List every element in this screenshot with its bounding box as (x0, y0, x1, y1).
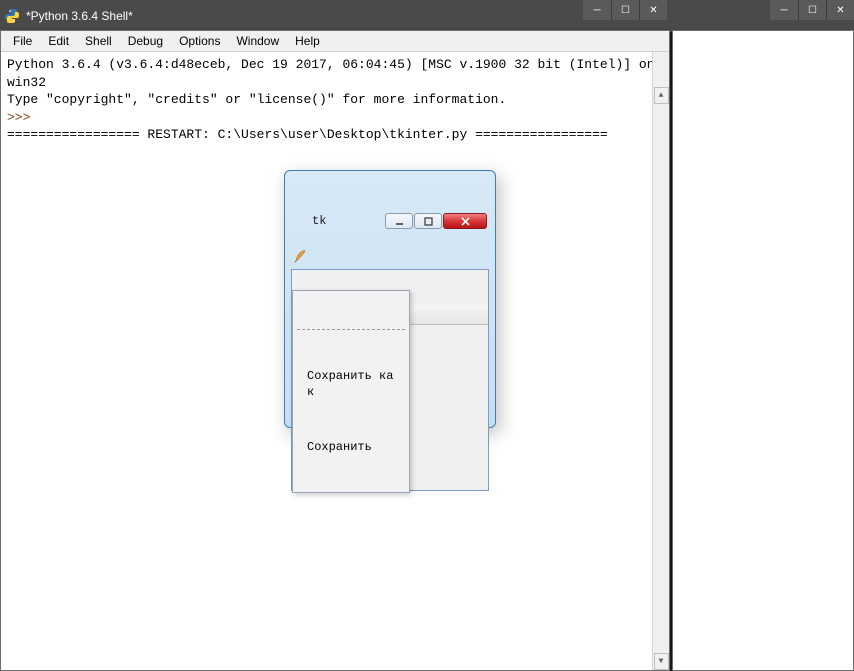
tk-client-area: Файл Создать Сохранить как Сохранить (291, 269, 489, 491)
tk-menu-save[interactable]: Сохранить (295, 436, 407, 458)
taskbar-title-group: *Python 3.6.4 Shell* (0, 8, 133, 24)
shell-prompt: >>> (7, 110, 38, 125)
minimize-button[interactable]: ─ (583, 0, 611, 20)
tk-feather-icon (293, 214, 307, 228)
tk-title: tk (312, 213, 326, 229)
tk-minimize-button[interactable] (385, 213, 413, 229)
menu-debug[interactable]: Debug (120, 32, 171, 50)
menu-shell[interactable]: Shell (77, 32, 120, 50)
maximize-button[interactable]: ☐ (798, 0, 826, 20)
tk-dropdown-menu: Сохранить как Сохранить (292, 290, 410, 493)
close-button[interactable]: ✕ (826, 0, 854, 20)
maximize-button[interactable]: ☐ (611, 0, 639, 20)
tk-title-group: tk (293, 213, 326, 229)
menubar: File Edit Shell Debug Options Window Hel… (1, 31, 669, 52)
minimize-button[interactable]: ─ (770, 0, 798, 20)
menu-options[interactable]: Options (171, 32, 228, 50)
tk-close-button[interactable] (443, 213, 487, 229)
tk-titlebar[interactable]: tk (291, 212, 489, 234)
menu-file[interactable]: File (5, 32, 40, 50)
shell-line-help: Type "copyright", "credits" or "license(… (7, 92, 506, 107)
scrollbar[interactable]: ▲ ▼ (652, 52, 669, 670)
window-controls-inner: ─ ☐ ✕ (583, 0, 667, 20)
tk-window: tk Файл Создать Сохранить как Сохранить (284, 170, 496, 428)
taskbar-strip: *Python 3.6.4 Shell* ─ ☐ ✕ ─ ☐ ✕ (0, 0, 854, 32)
python-icon (4, 8, 20, 24)
tk-window-controls (384, 213, 487, 229)
shell-line-version: Python 3.6.4 (v3.6.4:d48eceb, Dec 19 201… (7, 57, 662, 90)
menu-window[interactable]: Window (228, 32, 287, 50)
shell-restart-line: ================= RESTART: C:\Users\user… (7, 127, 608, 142)
menu-separator (297, 329, 405, 330)
scroll-down-icon[interactable]: ▼ (654, 653, 669, 670)
close-button[interactable]: ✕ (639, 0, 667, 20)
python-shell-window: File Edit Shell Debug Options Window Hel… (0, 30, 670, 671)
tk-maximize-button[interactable] (414, 213, 442, 229)
menu-edit[interactable]: Edit (40, 32, 77, 50)
window-controls-outer: ─ ☐ ✕ (770, 0, 854, 20)
taskbar-title: *Python 3.6.4 Shell* (26, 9, 133, 23)
scroll-up-icon[interactable]: ▲ (654, 87, 669, 104)
shell-output[interactable]: Python 3.6.4 (v3.6.4:d48eceb, Dec 19 201… (1, 52, 669, 670)
tk-menu-save-as[interactable]: Сохранить как (295, 365, 407, 403)
right-panel (672, 30, 854, 671)
menu-help[interactable]: Help (287, 32, 328, 50)
